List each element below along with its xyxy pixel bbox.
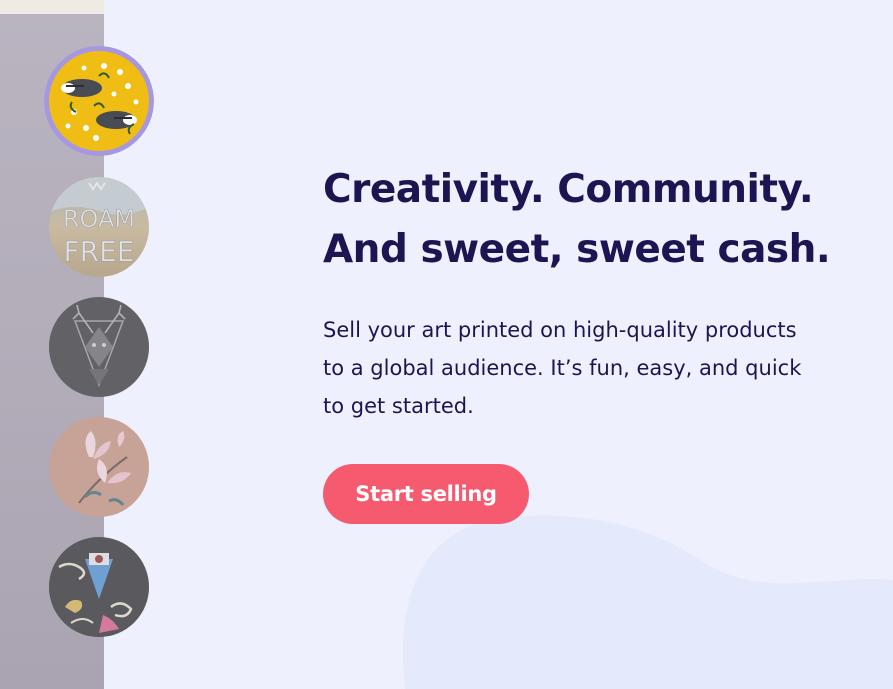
description-line-2: to a global audience. It’s fun, easy, an… xyxy=(323,356,802,380)
headline-line-1: Creativity. Community. xyxy=(323,167,814,212)
magnolia-artwork-image xyxy=(49,417,149,517)
svg-text:FREE: FREE xyxy=(64,235,135,268)
hero-description: Sell your art printed on high-quality pr… xyxy=(323,311,863,425)
artwork-thumbnail-badgers[interactable] xyxy=(44,46,154,156)
description-line-1: Sell your art printed on high-quality pr… xyxy=(323,318,797,342)
sidebar-top-strip xyxy=(0,0,104,14)
artwork-thumbnail-stag[interactable] xyxy=(49,297,149,397)
artwork-thumbnail-roam-free[interactable]: ROAM FREE xyxy=(49,177,149,277)
artwork-thumbnail-magnolia[interactable] xyxy=(49,417,149,517)
badgers-artwork-image xyxy=(44,46,154,156)
headline-line-2: And sweet, sweet cash. xyxy=(323,227,831,272)
roam-free-artwork-image: ROAM FREE xyxy=(49,177,149,277)
hero-headline: Creativity. Community. And sweet, sweet … xyxy=(323,160,883,280)
start-selling-button[interactable]: Start selling xyxy=(323,464,529,524)
artwork-thumbnail-eye[interactable] xyxy=(49,537,149,637)
eye-artwork-image xyxy=(49,537,149,637)
stag-artwork-image xyxy=(49,297,149,397)
description-line-3: to get started. xyxy=(323,394,474,418)
svg-text:ROAM: ROAM xyxy=(63,205,135,233)
